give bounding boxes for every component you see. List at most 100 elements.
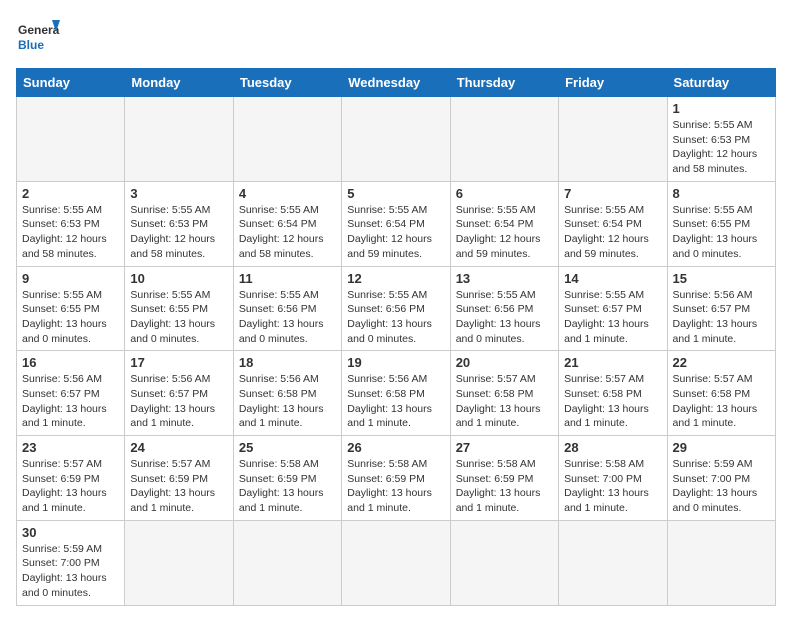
calendar-cell: 5 Sunrise: 5:55 AMSunset: 6:54 PMDaylight… — [342, 181, 450, 266]
day-number: 16 — [22, 355, 119, 370]
calendar-cell: 30 Sunrise: 5:59 AMSunset: 7:00 PMDayligh… — [17, 520, 125, 605]
day-info: Sunrise: 5:57 AMSunset: 6:59 PMDaylight:… — [22, 457, 119, 516]
calendar-cell: 16 Sunrise: 5:56 AMSunset: 6:57 PMDayligh… — [17, 351, 125, 436]
svg-text:Blue: Blue — [18, 38, 44, 52]
calendar-cell: 11 Sunrise: 5:55 AMSunset: 6:56 PMDayligh… — [233, 266, 341, 351]
day-info: Sunrise: 5:58 AMSunset: 6:59 PMDaylight:… — [456, 457, 553, 516]
day-info: Sunrise: 5:56 AMSunset: 6:57 PMDaylight:… — [130, 372, 227, 431]
day-info: Sunrise: 5:55 AMSunset: 6:57 PMDaylight:… — [564, 288, 661, 347]
calendar-cell: 9 Sunrise: 5:55 AMSunset: 6:55 PMDaylight… — [17, 266, 125, 351]
calendar-cell — [17, 97, 125, 182]
calendar-week-row: 23 Sunrise: 5:57 AMSunset: 6:59 PMDayligh… — [17, 436, 776, 521]
calendar-cell — [233, 97, 341, 182]
column-header-tuesday: Tuesday — [233, 69, 341, 97]
day-info: Sunrise: 5:56 AMSunset: 6:58 PMDaylight:… — [239, 372, 336, 431]
calendar-cell: 15Sunrise: 5:56 AMSunset: 6:57 PMDayligh… — [667, 266, 775, 351]
day-info: Sunrise: 5:58 AMSunset: 6:59 PMDaylight:… — [239, 457, 336, 516]
calendar-cell: 7 Sunrise: 5:55 AMSunset: 6:54 PMDaylight… — [559, 181, 667, 266]
day-info: Sunrise: 5:59 AMSunset: 7:00 PMDaylight:… — [673, 457, 770, 516]
day-info: Sunrise: 5:57 AMSunset: 6:58 PMDaylight:… — [456, 372, 553, 431]
day-info: Sunrise: 5:56 AMSunset: 6:57 PMDaylight:… — [22, 372, 119, 431]
day-number: 27 — [456, 440, 553, 455]
calendar-cell — [667, 520, 775, 605]
calendar-cell — [450, 97, 558, 182]
day-number: 7 — [564, 186, 661, 201]
day-info: Sunrise: 5:55 AMSunset: 6:53 PMDaylight:… — [130, 203, 227, 262]
day-number: 5 — [347, 186, 444, 201]
day-number: 22 — [673, 355, 770, 370]
day-info: Sunrise: 5:57 AMSunset: 6:59 PMDaylight:… — [130, 457, 227, 516]
day-number: 12 — [347, 271, 444, 286]
day-number: 18 — [239, 355, 336, 370]
calendar-cell: 29Sunrise: 5:59 AMSunset: 7:00 PMDayligh… — [667, 436, 775, 521]
calendar-week-row: 9 Sunrise: 5:55 AMSunset: 6:55 PMDaylight… — [17, 266, 776, 351]
calendar-cell: 23 Sunrise: 5:57 AMSunset: 6:59 PMDayligh… — [17, 436, 125, 521]
day-info: Sunrise: 5:56 AMSunset: 6:57 PMDaylight:… — [673, 288, 770, 347]
calendar-cell: 13 Sunrise: 5:55 AMSunset: 6:56 PMDayligh… — [450, 266, 558, 351]
day-number: 6 — [456, 186, 553, 201]
day-number: 13 — [456, 271, 553, 286]
day-number: 28 — [564, 440, 661, 455]
calendar-header-row: SundayMondayTuesdayWednesdayThursdayFrid… — [17, 69, 776, 97]
logo-svg: General Blue — [16, 16, 60, 60]
calendar-week-row: 2 Sunrise: 5:55 AMSunset: 6:53 PMDaylight… — [17, 181, 776, 266]
day-info: Sunrise: 5:59 AMSunset: 7:00 PMDaylight:… — [22, 542, 119, 601]
day-number: 3 — [130, 186, 227, 201]
day-info: Sunrise: 5:55 AMSunset: 6:54 PMDaylight:… — [456, 203, 553, 262]
day-info: Sunrise: 5:55 AMSunset: 6:54 PMDaylight:… — [564, 203, 661, 262]
calendar-cell: 2 Sunrise: 5:55 AMSunset: 6:53 PMDaylight… — [17, 181, 125, 266]
calendar-cell: 21Sunrise: 5:57 AMSunset: 6:58 PMDayligh… — [559, 351, 667, 436]
day-info: Sunrise: 5:55 AMSunset: 6:56 PMDaylight:… — [456, 288, 553, 347]
day-info: Sunrise: 5:55 AMSunset: 6:55 PMDaylight:… — [130, 288, 227, 347]
day-number: 24 — [130, 440, 227, 455]
calendar-cell — [125, 97, 233, 182]
day-number: 11 — [239, 271, 336, 286]
day-number: 2 — [22, 186, 119, 201]
day-number: 8 — [673, 186, 770, 201]
day-info: Sunrise: 5:55 AMSunset: 6:56 PMDaylight:… — [239, 288, 336, 347]
column-header-friday: Friday — [559, 69, 667, 97]
calendar-cell: 6 Sunrise: 5:55 AMSunset: 6:54 PMDaylight… — [450, 181, 558, 266]
calendar-cell: 3 Sunrise: 5:55 AMSunset: 6:53 PMDaylight… — [125, 181, 233, 266]
day-number: 26 — [347, 440, 444, 455]
day-info: Sunrise: 5:55 AMSunset: 6:53 PMDaylight:… — [22, 203, 119, 262]
calendar-table: SundayMondayTuesdayWednesdayThursdayFrid… — [16, 68, 776, 606]
calendar-week-row: 1Sunrise: 5:55 AMSunset: 6:53 PMDaylight… — [17, 97, 776, 182]
calendar-week-row: 16 Sunrise: 5:56 AMSunset: 6:57 PMDayligh… — [17, 351, 776, 436]
calendar-cell: 4Sunrise: 5:55 AMSunset: 6:54 PMDaylight… — [233, 181, 341, 266]
column-header-thursday: Thursday — [450, 69, 558, 97]
day-number: 1 — [673, 101, 770, 116]
day-number: 4 — [239, 186, 336, 201]
day-number: 30 — [22, 525, 119, 540]
calendar-cell: 8 Sunrise: 5:55 AMSunset: 6:55 PMDaylight… — [667, 181, 775, 266]
calendar-cell: 20 Sunrise: 5:57 AMSunset: 6:58 PMDayligh… — [450, 351, 558, 436]
day-info: Sunrise: 5:55 AMSunset: 6:54 PMDaylight:… — [347, 203, 444, 262]
day-info: Sunrise: 5:55 AMSunset: 6:55 PMDaylight:… — [673, 203, 770, 262]
calendar-cell: 24 Sunrise: 5:57 AMSunset: 6:59 PMDayligh… — [125, 436, 233, 521]
day-number: 21 — [564, 355, 661, 370]
calendar-cell: 10Sunrise: 5:55 AMSunset: 6:55 PMDayligh… — [125, 266, 233, 351]
calendar-cell — [125, 520, 233, 605]
calendar-cell — [559, 520, 667, 605]
calendar-cell: 17 Sunrise: 5:56 AMSunset: 6:57 PMDayligh… — [125, 351, 233, 436]
calendar-cell — [342, 97, 450, 182]
day-info: Sunrise: 5:58 AMSunset: 7:00 PMDaylight:… — [564, 457, 661, 516]
calendar-cell: 26Sunrise: 5:58 AMSunset: 6:59 PMDayligh… — [342, 436, 450, 521]
logo: General Blue — [16, 16, 60, 60]
day-number: 14 — [564, 271, 661, 286]
calendar-week-row: 30 Sunrise: 5:59 AMSunset: 7:00 PMDayligh… — [17, 520, 776, 605]
calendar-cell: 12Sunrise: 5:55 AMSunset: 6:56 PMDayligh… — [342, 266, 450, 351]
calendar-cell: 19Sunrise: 5:56 AMSunset: 6:58 PMDayligh… — [342, 351, 450, 436]
calendar-cell — [342, 520, 450, 605]
day-number: 20 — [456, 355, 553, 370]
calendar-cell: 22Sunrise: 5:57 AMSunset: 6:58 PMDayligh… — [667, 351, 775, 436]
calendar-cell — [450, 520, 558, 605]
day-number: 9 — [22, 271, 119, 286]
calendar-cell — [559, 97, 667, 182]
column-header-sunday: Sunday — [17, 69, 125, 97]
column-header-monday: Monday — [125, 69, 233, 97]
day-number: 17 — [130, 355, 227, 370]
day-number: 23 — [22, 440, 119, 455]
calendar-cell: 14 Sunrise: 5:55 AMSunset: 6:57 PMDayligh… — [559, 266, 667, 351]
day-info: Sunrise: 5:55 AMSunset: 6:55 PMDaylight:… — [22, 288, 119, 347]
